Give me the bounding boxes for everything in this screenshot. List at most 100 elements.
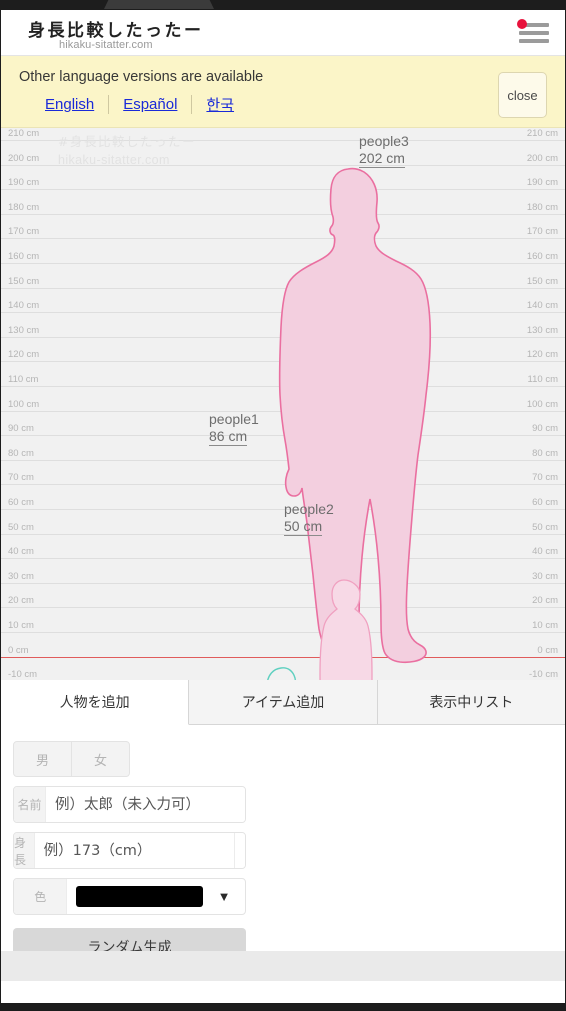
color-swatch[interactable] xyxy=(76,886,204,907)
ruler-tick-label-left: 140 cm xyxy=(8,300,40,312)
height-input[interactable] xyxy=(34,833,234,868)
tab-bar: 人物を追加 アイテム追加 表示中リスト xyxy=(1,680,565,725)
ruler-tick-label-left: 30 cm xyxy=(8,570,34,582)
ruler-tick-label-right: 140 cm xyxy=(526,300,558,312)
comparison-canvas[interactable]: 210 cm 210 cm 200 cm 200 cm 190 cm 190 cm 180 … xyxy=(1,128,565,680)
tab-add-person[interactable]: 人物を追加 xyxy=(1,680,190,725)
ruler-tick-label-right: 10 cm xyxy=(532,620,558,631)
figure-label-people1: people1 86 cm xyxy=(209,411,259,446)
ruler-tick-label-right: 100 cm xyxy=(526,398,558,410)
page-viewport: 身長比較したったー hikaku-sitatter.com Other lang… xyxy=(1,10,565,1003)
ruler-tick-label-right: 200 cm xyxy=(526,152,558,164)
site-header: 身長比較したったー hikaku-sitatter.com xyxy=(1,10,565,56)
figure-people2[interactable] xyxy=(255,666,315,680)
people2-silhouette xyxy=(267,667,296,680)
people1-silhouette xyxy=(319,579,373,680)
ruler-tick-label-left: 20 cm xyxy=(8,595,34,607)
ruler-tick-label-right: 20 cm xyxy=(532,595,558,607)
ruler-tick-label-right: 40 cm xyxy=(532,546,558,558)
ruler-tick-label-right: 0 cm xyxy=(537,644,558,656)
language-link-espanol[interactable]: Español xyxy=(109,96,191,113)
ruler-tick-label-left: 50 cm xyxy=(8,521,34,533)
notification-dot-icon xyxy=(517,19,527,29)
ruler-tick-label-right: 160 cm xyxy=(526,251,558,262)
ruler-tick-label-left: 130 cm xyxy=(8,324,40,336)
browser-chrome xyxy=(0,0,566,10)
figure-name: people3 xyxy=(359,133,409,149)
figure-name: people2 xyxy=(284,501,334,517)
ruler-tick-label-right: 180 cm xyxy=(526,201,558,213)
height-unit-box xyxy=(233,833,245,868)
language-link-english[interactable]: English xyxy=(45,96,108,113)
site-domain: hikaku-sitatter.com xyxy=(59,39,153,51)
ruler-tick-label-left: 70 cm xyxy=(8,472,34,484)
language-link-korean[interactable]: 한국 xyxy=(192,94,248,115)
ruler-tick-label-left: 160 cm xyxy=(8,251,40,262)
ruler-tick-label-left: 200 cm xyxy=(8,152,40,164)
ruler-tick-label-left: 170 cm xyxy=(8,226,40,238)
ruler-tick-label-right: 80 cm xyxy=(532,447,558,459)
ruler-tick-label-right: 30 cm xyxy=(532,570,558,582)
ruler-tick-label-right: 70 cm xyxy=(532,472,558,484)
language-links: English Español 한국 xyxy=(45,94,248,115)
ruler-gridline xyxy=(1,164,565,166)
hamburger-bar xyxy=(517,19,549,29)
figure-name: people1 xyxy=(209,411,259,427)
footer-band xyxy=(1,951,565,981)
hamburger-menu-icon[interactable] xyxy=(517,19,549,45)
tab-add-item[interactable]: アイテム追加 xyxy=(189,680,378,724)
gender-female-button[interactable]: 女 xyxy=(72,742,129,776)
language-message: Other language versions are available xyxy=(19,69,264,85)
figure-label-people3: people3 202 cm xyxy=(359,133,409,168)
gender-selector: 男 女 xyxy=(13,741,130,777)
language-banner: Other language versions are available En… xyxy=(1,56,565,128)
ruler-tick-label-left: 60 cm xyxy=(8,497,34,508)
close-button[interactable]: close xyxy=(498,72,547,118)
ruler-tick-label-left: 110 cm xyxy=(8,374,39,385)
gender-male-button[interactable]: 男 xyxy=(14,742,72,776)
figure-height: 50 cm xyxy=(284,518,323,536)
page-title: 身長比較したったー xyxy=(28,21,204,41)
ruler-tick-label-left: 150 cm xyxy=(8,275,40,287)
ruler-tick-label-left: 100 cm xyxy=(8,398,40,410)
name-field-row: 名前 xyxy=(13,786,246,823)
ruler-tick-label-left: 120 cm xyxy=(8,349,40,361)
ruler-tick-label-left: 0 cm xyxy=(8,644,29,656)
figure-height: 86 cm xyxy=(209,428,248,446)
watermark: #身長比較したったー hikaku-sitatter.com xyxy=(58,131,196,167)
ruler-tick-label-right: 210 cm xyxy=(526,128,558,139)
height-field-row: 身長 xyxy=(13,832,246,869)
figure-label-people2: people2 50 cm xyxy=(284,501,334,536)
screen: 身長比較したったー hikaku-sitatter.com Other lang… xyxy=(0,0,566,1011)
ruler-gridline xyxy=(1,140,565,141)
ruler-tick-label-right: 130 cm xyxy=(526,324,558,336)
add-person-form: 男 女 名前 身長 色 ▼ ランダム生成 xyxy=(1,725,565,981)
ruler-tick-label-right: 90 cm xyxy=(532,423,558,435)
ruler-tick-label-right: 50 cm xyxy=(532,521,558,533)
ruler-tick-label-left: -10 cm xyxy=(8,669,38,680)
hamburger-bar xyxy=(519,31,549,35)
name-field-label: 名前 xyxy=(14,787,46,822)
name-input[interactable] xyxy=(46,787,245,822)
figure-height: 202 cm xyxy=(359,150,405,168)
ruler-tick-label-right: 120 cm xyxy=(526,349,558,361)
ruler-tick-label-left: 10 cm xyxy=(8,620,34,631)
ruler-tick-label-right: -10 cm xyxy=(528,669,558,680)
ruler-tick-label-left: 190 cm xyxy=(8,177,40,189)
ruler-tick-label-left: 40 cm xyxy=(8,546,34,558)
ruler-tick-label-right: 150 cm xyxy=(526,275,558,287)
browser-tab[interactable] xyxy=(104,0,214,9)
ruler-tick-label-left: 90 cm xyxy=(8,423,34,435)
color-field-label: 色 xyxy=(14,879,68,914)
ruler-tick-label-left: 210 cm xyxy=(8,128,40,139)
ruler-tick-label-right: 110 cm xyxy=(527,374,558,385)
color-field-row[interactable]: 色 ▼ xyxy=(13,878,246,915)
ruler-tick-label-right: 60 cm xyxy=(532,497,558,508)
chevron-down-icon[interactable]: ▼ xyxy=(203,879,245,914)
tab-display-list[interactable]: 表示中リスト xyxy=(377,680,565,724)
figure-people1[interactable] xyxy=(317,578,373,680)
ruler-tick-label-left: 180 cm xyxy=(8,201,40,213)
hamburger-bar xyxy=(519,39,549,43)
ruler-tick-label-left: 80 cm xyxy=(8,447,34,459)
ruler-tick-label-right: 170 cm xyxy=(526,226,558,238)
